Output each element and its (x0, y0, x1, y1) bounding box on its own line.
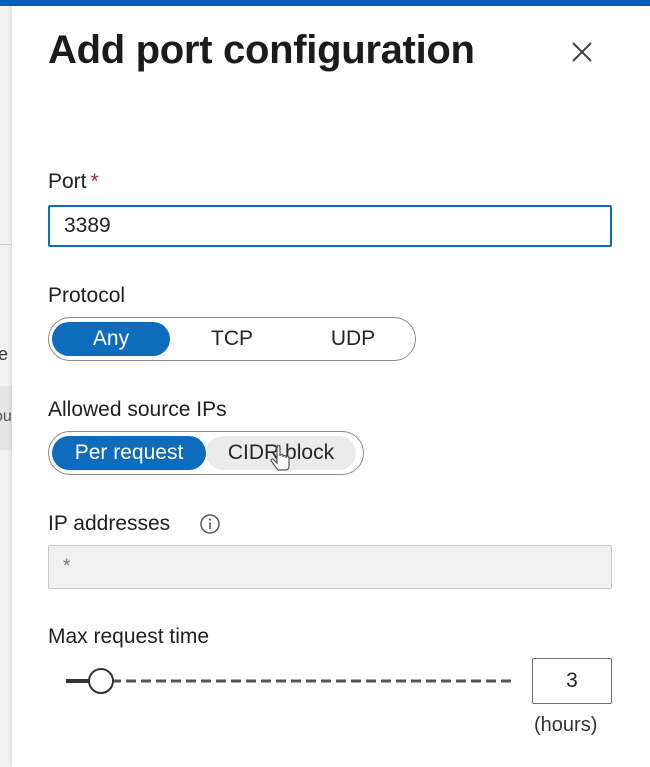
ip-addresses-label: IP addresses (48, 512, 171, 535)
ip-addresses-input (48, 545, 612, 589)
port-label: Port * (48, 170, 99, 194)
background-text-fragment: e (0, 344, 9, 364)
background-text-fragment: ou (0, 408, 12, 425)
background-divider (0, 244, 12, 245)
protocol-label: Protocol (48, 284, 126, 307)
background-page: e ou (0, 6, 12, 767)
allowed-source-ips-label: Allowed source IPs (48, 398, 227, 421)
max-request-time-slider[interactable] (66, 666, 516, 696)
background-row-fragment: ou (0, 386, 12, 450)
protocol-option-tcp[interactable]: TCP (170, 322, 294, 356)
max-request-time-label: Max request time (48, 625, 210, 648)
port-input[interactable] (48, 205, 612, 247)
panel-title: Add port configuration (48, 28, 475, 72)
slider-thumb (88, 668, 114, 694)
port-label-text: Port (48, 170, 87, 193)
allowed-source-ips-segmented-control: Per request CIDR block (48, 431, 364, 475)
protocol-option-any[interactable]: Any (52, 322, 170, 356)
info-icon[interactable] (198, 512, 222, 536)
protocol-segmented-control: Any TCP UDP (48, 317, 416, 361)
source-ips-option-cidr-block[interactable]: CIDR block (206, 436, 356, 470)
protocol-option-udp[interactable]: UDP (294, 322, 412, 356)
hours-unit-label: (hours) (534, 714, 598, 736)
max-request-time-input[interactable] (532, 658, 612, 704)
close-icon[interactable] (566, 36, 598, 68)
source-ips-option-per-request[interactable]: Per request (52, 436, 206, 470)
add-port-configuration-panel: Add port configuration Port* Protocol An… (12, 6, 650, 767)
required-marker: * (90, 170, 99, 193)
